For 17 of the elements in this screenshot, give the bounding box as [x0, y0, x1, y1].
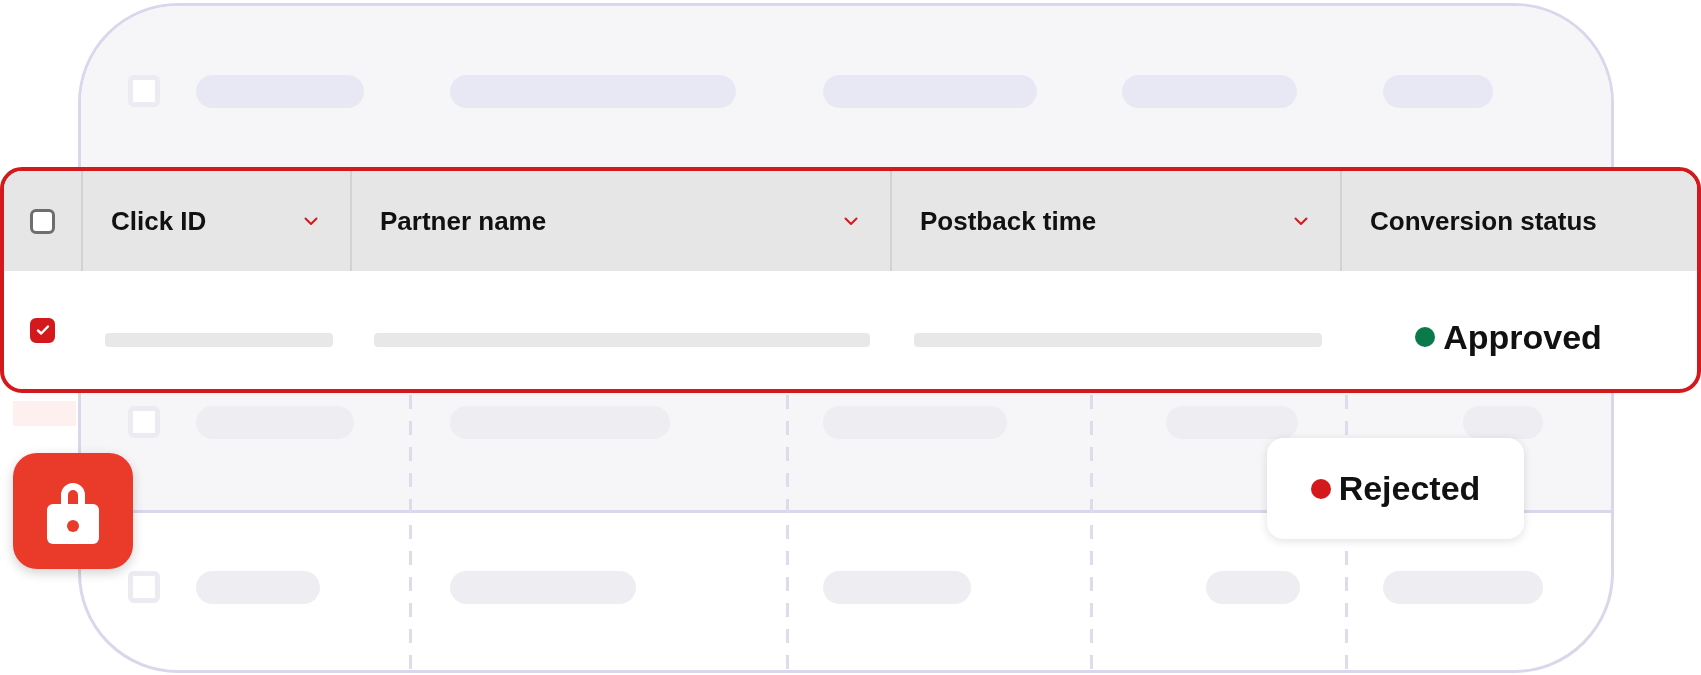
checkbox[interactable]	[30, 208, 55, 234]
column-label: Postback time	[920, 205, 1097, 237]
column-label: Conversion status	[1370, 205, 1597, 237]
column-header[interactable]: Postback time	[890, 171, 1340, 271]
chevron-down-icon[interactable]	[844, 216, 858, 226]
status-popup[interactable]: Rejected	[1267, 438, 1524, 539]
column-header[interactable]: Partner name	[350, 171, 890, 271]
column-label: Partner name	[380, 205, 547, 237]
chevron-down-icon[interactable]	[304, 216, 318, 226]
status-label: Approved	[1443, 317, 1602, 357]
column-header[interactable]: Conversion status	[1340, 171, 1697, 271]
status-label: Rejected	[1338, 469, 1481, 508]
column-label: Click ID	[111, 205, 207, 237]
chevron-down-icon[interactable]	[1294, 216, 1308, 226]
check-icon	[34, 322, 51, 338]
column-header[interactable]: Click ID	[81, 171, 350, 271]
checkbox[interactable]	[30, 317, 55, 343]
